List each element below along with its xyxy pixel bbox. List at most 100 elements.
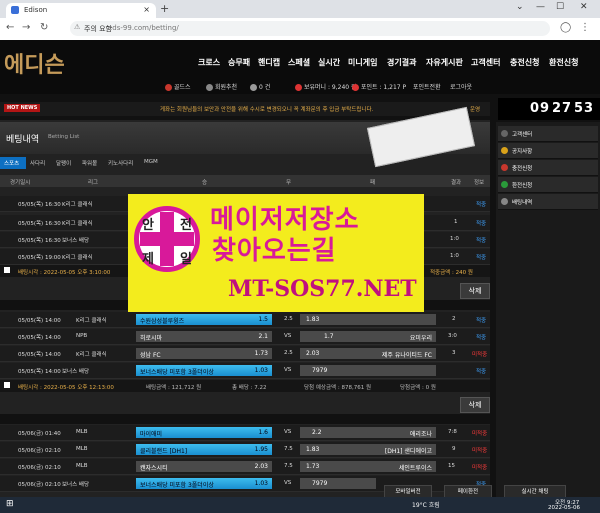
delete-button[interactable]: 삭제 bbox=[460, 397, 490, 413]
taskbar-date[interactable]: 2022-05-06 bbox=[548, 505, 580, 511]
tab-sports[interactable]: 스포츠 bbox=[0, 157, 26, 169]
badge-char: 일 bbox=[180, 252, 192, 267]
profile-icon[interactable]: ◯ bbox=[560, 22, 571, 33]
select-checkbox[interactable] bbox=[4, 267, 10, 273]
ad-url: MT-SOS77.NET bbox=[228, 276, 417, 302]
away-odds-button[interactable]: 7979 bbox=[300, 365, 436, 376]
reload-icon[interactable]: ↻ bbox=[40, 22, 48, 33]
message-count[interactable]: 0 건 bbox=[250, 82, 270, 91]
badge-char: 제 bbox=[142, 252, 154, 267]
url-field[interactable]: ⚠ 주의 요함 eds-99.com/betting/ bbox=[70, 21, 550, 36]
forward-icon[interactable]: → bbox=[22, 22, 30, 33]
col-home: 승 bbox=[202, 180, 208, 186]
nav-win-draw-lose[interactable]: 승무패 bbox=[228, 57, 250, 68]
profile-link[interactable]: 회원추천 bbox=[206, 82, 237, 91]
page-subtitle: Betting List bbox=[48, 134, 80, 140]
notice-icon bbox=[501, 147, 508, 154]
point-convert-button[interactable]: 포인트전환 bbox=[413, 82, 441, 91]
home-odds-button[interactable]: 보너스배당 미포함 3폴더이상 1.03 bbox=[136, 365, 272, 376]
home-odds-button[interactable]: 클리블랜드 [DH1] 1.95 bbox=[136, 444, 272, 455]
away-odds-button[interactable]: 7979 bbox=[300, 478, 376, 489]
tab-keno-ladder[interactable]: 키노사다리 bbox=[104, 157, 140, 169]
nav-results[interactable]: 경기결과 bbox=[387, 57, 416, 68]
tab-search-icon[interactable]: ⌄ bbox=[516, 2, 524, 12]
tab-powerball[interactable]: 파워볼 bbox=[78, 157, 102, 169]
profile-text: 회원추천 bbox=[215, 84, 238, 91]
home-odds-button[interactable]: 수원삼성블루윙즈 1.5 bbox=[136, 314, 272, 325]
select-checkbox[interactable] bbox=[4, 382, 10, 388]
address-bar-area: ← → ↻ ⚠ 주의 요함 eds-99.com/betting/ ◯ ⋮ bbox=[0, 18, 600, 41]
nav-handicap[interactable]: 핸디캡 bbox=[258, 57, 280, 68]
nav-live[interactable]: 실시간 bbox=[318, 57, 340, 68]
new-tab-button[interactable]: + bbox=[160, 2, 169, 15]
away-odds-button[interactable]: 1.7 요미우리 bbox=[300, 331, 436, 342]
list-icon bbox=[501, 198, 508, 205]
cross-icon bbox=[140, 232, 194, 246]
windows-start-icon[interactable]: ⊞ bbox=[6, 499, 14, 509]
home-odds-button[interactable]: 보너스배당 미포함 3폴더이상 1.03 bbox=[136, 478, 272, 489]
taskbar bbox=[0, 497, 600, 513]
headset-icon bbox=[501, 130, 508, 137]
home-odds-button[interactable]: 마이애미 1.6 bbox=[136, 427, 272, 438]
news-right: 운영 bbox=[470, 107, 481, 113]
sidebar-item-notice[interactable]: 공지사항 bbox=[498, 143, 598, 159]
table-row: 05/06(금) 01:40 MLB 마이애미 1.6 VS 2.2 애리조나 7:8 미적중 bbox=[0, 425, 490, 441]
sidebar-item-bet-history[interactable]: 배팅내역 bbox=[498, 194, 598, 210]
money-text: 보유머니 : 9,240 원 bbox=[304, 84, 357, 91]
away-odds-button[interactable]: 1.83 [DH1] 샌디에이고 bbox=[300, 444, 436, 455]
back-icon[interactable]: ← bbox=[6, 22, 14, 33]
browser-tab[interactable]: Edison × bbox=[6, 3, 156, 18]
sidebar-item-support[interactable]: 고객센터 bbox=[498, 126, 598, 142]
nav-special[interactable]: 스페셜 bbox=[288, 57, 310, 68]
nav-board[interactable]: 자유게시판 bbox=[426, 57, 463, 68]
nav-deposit[interactable]: 충전신청 bbox=[510, 57, 539, 68]
level-badge: 골드스 bbox=[165, 82, 191, 91]
nav-support[interactable]: 고객센터 bbox=[471, 57, 500, 68]
favicon-icon bbox=[11, 6, 19, 14]
table-row: 05/06(금) 02:10 MLB 캔자스시티 2.03 7.5 1.73 세인트루이스 1… bbox=[0, 459, 490, 475]
home-odds-button[interactable]: 성남 FC 1.73 bbox=[136, 348, 272, 359]
tab-close-icon[interactable]: × bbox=[143, 5, 150, 14]
home-odds-button[interactable]: 히로시마 2.1 bbox=[136, 331, 272, 342]
sidebar-item-withdraw[interactable]: 환전신청 bbox=[498, 177, 598, 193]
nav-minigame[interactable]: 미니게임 bbox=[348, 57, 377, 68]
page-title: 베팅내역 bbox=[6, 135, 40, 145]
sidebar-item-deposit[interactable]: 충전신청 bbox=[498, 160, 598, 176]
profile-icon bbox=[206, 84, 213, 91]
bet-summary: 배팅시각 : 2022-05-05 오후 12:13:00 배팅금액 : 121,… bbox=[0, 380, 490, 392]
away-odds-button[interactable]: 2.2 애리조나 bbox=[300, 427, 436, 438]
point-text: 포인트 : 1,217 P bbox=[361, 84, 407, 91]
away-odds-button[interactable]: 1.83 bbox=[300, 314, 436, 325]
mail-icon bbox=[250, 84, 257, 91]
away-odds-button[interactable]: 1.73 세인트루이스 bbox=[300, 461, 436, 472]
nav-withdraw[interactable]: 환전신청 bbox=[549, 57, 578, 68]
home-odds-button[interactable]: 캔자스시티 2.03 bbox=[136, 461, 272, 472]
table-row: 05/05(목) 14:00 보너스 배당 보너스배당 미포함 3폴더이상 1.03 V… bbox=[0, 363, 490, 379]
menu-icon[interactable]: ⋮ bbox=[580, 22, 590, 33]
tab-mgm[interactable]: MGM bbox=[140, 157, 164, 169]
close-window-button[interactable]: ✕ bbox=[580, 2, 588, 12]
ad-subheadline: 찾아오는길 bbox=[212, 236, 337, 266]
col-draw: 무 bbox=[286, 180, 292, 186]
site-logo[interactable]: 에디슨 bbox=[4, 47, 65, 79]
point-display: 포인트 : 1,217 P bbox=[352, 82, 406, 91]
level-icon bbox=[165, 84, 172, 91]
maximize-button[interactable]: ☐ bbox=[556, 2, 564, 12]
minimize-button[interactable]: — bbox=[536, 2, 545, 12]
logout-button[interactable]: 로그아웃 bbox=[450, 82, 472, 91]
col-info: 정보 bbox=[474, 180, 485, 186]
tab-title: Edison bbox=[24, 6, 48, 14]
away-odds-button[interactable]: 2.03 제주 유나이티드 FC bbox=[300, 348, 436, 359]
clock: 09 27 53 bbox=[498, 98, 600, 120]
clock-minutes: 27 bbox=[552, 101, 573, 116]
col-date: 경기일시 bbox=[10, 180, 31, 186]
delete-button[interactable]: 삭제 bbox=[460, 283, 490, 299]
table-row: 05/06(금) 02:10 MLB 클리블랜드 [DH1] 1.95 7.5 1.83[… bbox=[0, 442, 490, 458]
tab-ladder[interactable]: 사다리 bbox=[26, 157, 50, 169]
level-text: 골드스 bbox=[174, 84, 191, 91]
nav-cross[interactable]: 크로스 bbox=[198, 57, 220, 68]
weather-widget[interactable]: 19°C 흐림 bbox=[412, 500, 440, 509]
clock-hours: 09 bbox=[530, 101, 551, 116]
col-away: 패 bbox=[370, 180, 376, 186]
tab-snail[interactable]: 달팽이 bbox=[52, 157, 76, 169]
